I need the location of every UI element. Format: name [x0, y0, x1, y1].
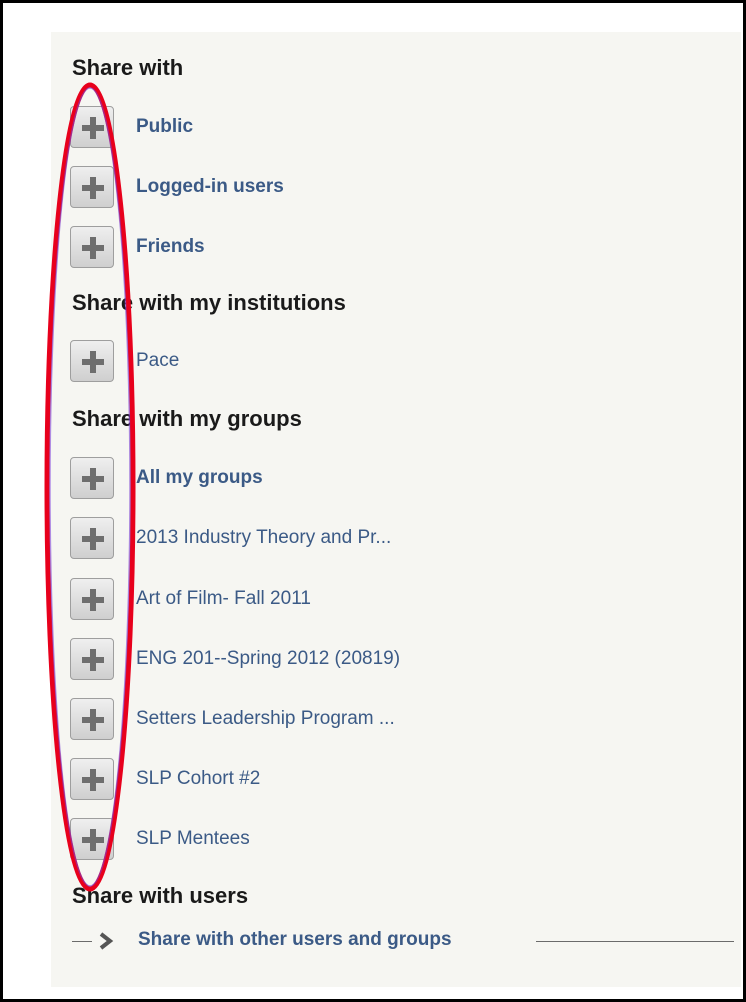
heading-share-with-institutions: Share with my institutions — [72, 290, 346, 315]
add-public-button[interactable] — [70, 106, 114, 148]
add-logged-in-users-button[interactable] — [70, 166, 114, 208]
add-pace-button[interactable] — [70, 340, 114, 382]
group-item-label[interactable]: SLP Cohort #2 — [136, 768, 260, 790]
add-group-eng-201-button[interactable] — [70, 638, 114, 680]
add-group-2013-industry-button[interactable] — [70, 517, 114, 559]
divider-right — [536, 941, 734, 942]
group-item-label[interactable]: Setters Leadership Program ... — [136, 708, 395, 730]
group-item-label[interactable]: 2013 Industry Theory and Pr... — [136, 527, 391, 549]
chevron-right-icon[interactable] — [98, 932, 114, 955]
share-item-label[interactable]: Logged-in users — [136, 176, 284, 198]
add-group-art-of-film-button[interactable] — [70, 578, 114, 620]
share-other-users-link[interactable]: Share with other users and groups — [138, 929, 452, 951]
share-item-label[interactable]: Public — [136, 116, 193, 138]
institution-item-label[interactable]: Pace — [136, 350, 179, 372]
add-friends-button[interactable] — [70, 226, 114, 268]
heading-share-with-groups: Share with my groups — [72, 406, 302, 431]
group-item-label[interactable]: SLP Mentees — [136, 828, 250, 850]
add-all-my-groups-button[interactable] — [70, 457, 114, 499]
divider-left — [72, 941, 92, 942]
add-group-setters-leadership-button[interactable] — [70, 698, 114, 740]
group-item-label[interactable]: Art of Film- Fall 2011 — [136, 588, 311, 610]
share-other-users-toggle[interactable]: Share with other users and groups — [72, 926, 734, 956]
add-group-slp-mentees-button[interactable] — [70, 818, 114, 860]
share-item-label[interactable]: Friends — [136, 236, 205, 258]
add-group-slp-cohort-2-button[interactable] — [70, 758, 114, 800]
group-item-label[interactable]: ENG 201--Spring 2012 (20819) — [136, 648, 400, 670]
group-item-label[interactable]: All my groups — [136, 467, 263, 489]
heading-share-with-users: Share with users — [72, 883, 249, 908]
heading-share-with: Share with — [72, 55, 184, 80]
